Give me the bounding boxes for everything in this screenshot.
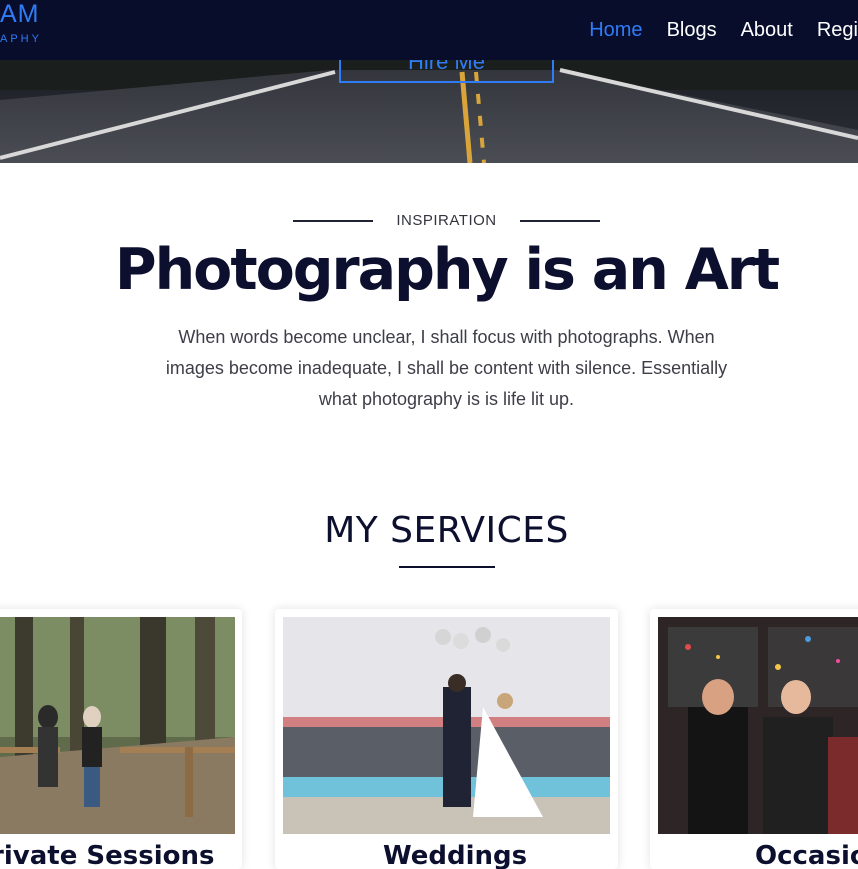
- hero-banner: Hire Me: [0, 60, 858, 163]
- quote-paragraph: When words become unclear, I shall focus…: [165, 327, 728, 409]
- brand-sub-text: APHY: [0, 33, 42, 45]
- nav-link-about[interactable]: About: [741, 19, 793, 42]
- service-card-private[interactable]: Private Sessions: [0, 609, 242, 869]
- nav-link-blogs[interactable]: Blogs: [667, 19, 717, 42]
- nav-links: Home Blogs About Regi: [589, 0, 858, 60]
- nav-link-home[interactable]: Home: [589, 19, 642, 42]
- divider-right: [520, 220, 600, 222]
- eyebrow-row: INSPIRATION: [0, 210, 858, 232]
- service-card-occasions[interactable]: Occasions: [650, 609, 858, 869]
- service-card-weddings[interactable]: Weddings: [275, 609, 618, 869]
- eyebrow-label: INSPIRATION: [396, 212, 497, 229]
- services-title: MY SERVICES: [324, 510, 569, 551]
- wedding-image: [283, 617, 610, 834]
- forest-couple-image: [0, 617, 235, 834]
- services-underline: [399, 566, 495, 568]
- brand-main-text: AM: [0, 0, 40, 28]
- hire-me-button[interactable]: Hire Me: [339, 60, 554, 83]
- card-title-weddings: Weddings: [383, 841, 528, 869]
- headline: Photography is an Art: [114, 237, 780, 303]
- party-image: [658, 617, 858, 834]
- card-title-private: Private Sessions: [0, 841, 215, 869]
- nav-link-register[interactable]: Regi: [817, 19, 858, 42]
- card-title-occasions: Occasions: [755, 841, 858, 869]
- divider-left: [293, 220, 373, 222]
- navbar: AM APHY Home Blogs About Regi: [0, 0, 858, 60]
